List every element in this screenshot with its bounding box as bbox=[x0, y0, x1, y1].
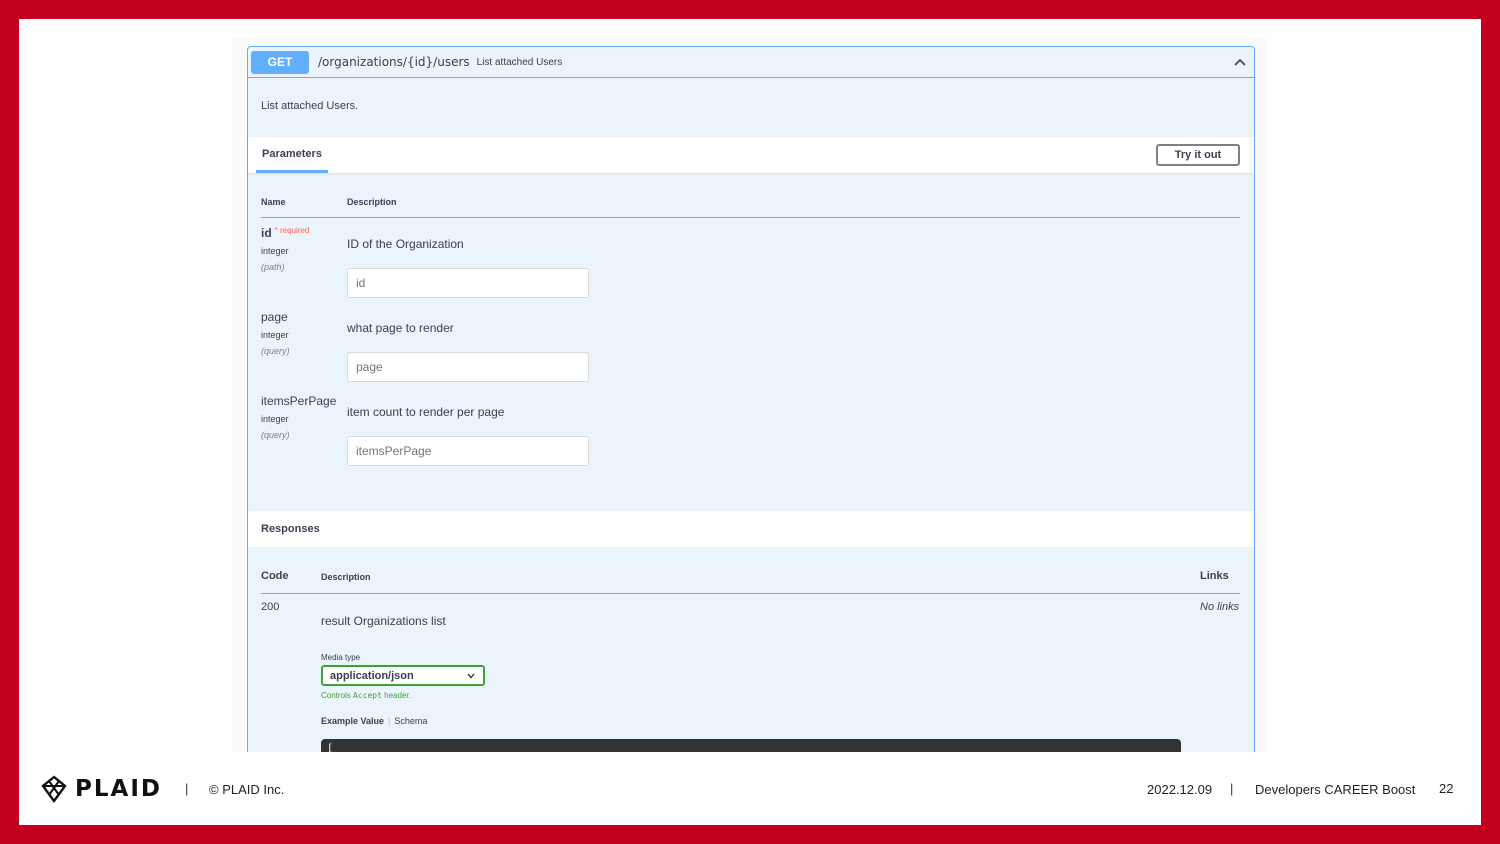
slide: GET /organizations/{id}/users List attac… bbox=[19, 19, 1481, 825]
divider bbox=[261, 217, 1240, 218]
page-number: 22 bbox=[1439, 781, 1454, 796]
footer-separator: | bbox=[1230, 781, 1234, 796]
logo-text: PLAID bbox=[75, 776, 162, 802]
param-name-page: page bbox=[261, 310, 288, 324]
tab-parameters[interactable]: Parameters bbox=[256, 137, 328, 173]
column-header-description: Description bbox=[347, 197, 397, 207]
param-location: (query) bbox=[261, 430, 290, 440]
param-input-items-per-page[interactable] bbox=[347, 436, 589, 466]
media-type-value: application/json bbox=[330, 670, 414, 682]
tab-separator: | bbox=[388, 716, 391, 726]
param-name-text: id bbox=[261, 226, 272, 240]
param-input-page[interactable] bbox=[347, 352, 589, 382]
tab-schema[interactable]: Schema bbox=[394, 716, 427, 726]
responses-header: Responses bbox=[248, 511, 1254, 547]
try-it-out-button[interactable]: Try it out bbox=[1156, 144, 1240, 166]
response-description: result Organizations list bbox=[321, 614, 446, 628]
controls-code: Accept bbox=[353, 691, 382, 700]
param-location: (path) bbox=[261, 262, 285, 272]
chevron-up-icon[interactable] bbox=[1233, 55, 1247, 69]
example-code-block: [ bbox=[321, 739, 1181, 752]
param-name-items-per-page: itemsPerPage bbox=[261, 394, 337, 408]
example-tabs: Example Value | Schema bbox=[321, 716, 427, 726]
param-name-id: id * required bbox=[261, 226, 309, 240]
column-header-links: Links bbox=[1200, 570, 1229, 582]
parameters-header: Parameters Try it out bbox=[248, 137, 1254, 173]
presentation-date: 2022.12.09 bbox=[1147, 782, 1213, 797]
media-type-label: Media type bbox=[321, 653, 361, 662]
slide-footer: PLAID | © PLAID Inc. 2022.12.09 | Develo… bbox=[19, 769, 1481, 809]
response-links: No links bbox=[1200, 601, 1240, 613]
column-header-description: Description bbox=[321, 572, 371, 582]
controls-accept-note: Controls Accept header. bbox=[321, 691, 411, 700]
column-header-code: Code bbox=[261, 570, 289, 582]
operation-summary[interactable]: GET /organizations/{id}/users List attac… bbox=[248, 47, 1254, 78]
param-description: item count to render per page bbox=[347, 405, 505, 419]
operation-path: /organizations/{id}/users bbox=[318, 55, 470, 69]
footer-separator: | bbox=[185, 781, 189, 796]
operation-summary-text: List attached Users bbox=[476, 56, 563, 68]
column-header-name: Name bbox=[261, 197, 286, 207]
param-location: (query) bbox=[261, 346, 290, 356]
param-type: integer bbox=[261, 246, 289, 256]
param-input-id[interactable] bbox=[347, 268, 589, 298]
required-label: * required bbox=[274, 226, 310, 235]
tab-example-value[interactable]: Example Value bbox=[321, 716, 384, 726]
media-type-select[interactable]: application/json bbox=[321, 665, 485, 686]
swagger-screenshot: GET /organizations/{id}/users List attac… bbox=[232, 38, 1268, 752]
divider bbox=[261, 593, 1240, 594]
plaid-logo: PLAID bbox=[41, 775, 162, 803]
plaid-diamond-icon bbox=[41, 775, 67, 803]
http-method-badge: GET bbox=[251, 50, 309, 74]
param-type: integer bbox=[261, 330, 289, 340]
operation-block: GET /organizations/{id}/users List attac… bbox=[247, 46, 1255, 752]
event-name: Developers CAREER Boost bbox=[1255, 782, 1416, 797]
chevron-down-icon bbox=[467, 673, 475, 679]
param-description: what page to render bbox=[347, 321, 454, 335]
operation-description: List attached Users. bbox=[261, 100, 359, 112]
controls-prefix: Controls bbox=[321, 691, 354, 700]
param-description: ID of the Organization bbox=[347, 237, 464, 251]
copyright: © PLAID Inc. bbox=[209, 782, 285, 797]
controls-suffix: header. bbox=[381, 691, 411, 700]
response-code: 200 bbox=[261, 601, 280, 613]
param-type: integer bbox=[261, 414, 289, 424]
